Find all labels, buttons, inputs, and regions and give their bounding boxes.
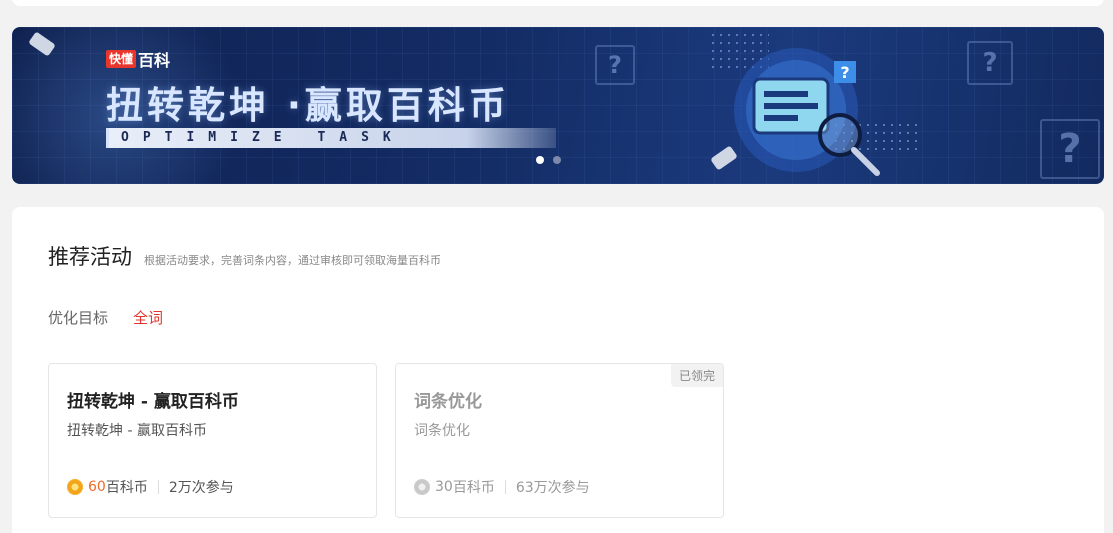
card-description: 扭转乾坤 - 赢取百科币 [67,423,207,439]
activity-card[interactable]: 扭转乾坤 - 赢取百科币 扭转乾坤 - 赢取百科币 60 百科币 2万次参与 [48,363,377,518]
svg-text:?: ? [840,63,849,82]
filter-bar: 优化目标 全词 [48,307,163,328]
card-title: 扭转乾坤 - 赢取百科币 [67,392,239,412]
banner-subtitle: OPTIMIZE TASK [106,128,556,148]
card-meta: 30 百科币 63万次参与 [414,477,590,497]
section-header: 推荐活动 根据活动要求，完善词条内容，通过审核即可领取海量百科币 [48,241,441,271]
participant-count: 2万次参与 [168,480,234,496]
carousel-indicator [536,156,561,164]
top-card [12,0,1104,6]
filter-label: 优化目标 [48,309,109,327]
divider [504,480,506,494]
grey-coin-icon [414,479,430,495]
question-icon: ? [1040,119,1100,179]
question-icon: ? [967,41,1013,85]
gold-coin-icon [67,479,83,495]
reward-unit: 百科币 [105,480,148,496]
card-description: 词条优化 [414,423,470,439]
activity-card[interactable]: 已领完 词条优化 词条优化 30 百科币 63万次参与 [395,363,724,518]
reward-amount: 60 [88,479,106,495]
carousel-dot[interactable] [553,156,561,164]
magnifier-document-icon: ? [734,48,880,176]
banner-title: 扭转乾坤 ·赢取百科币 [106,84,510,127]
divider [157,480,159,494]
filter-option-selected[interactable]: 全词 [133,307,163,328]
reward-amount: 30 [435,479,453,495]
promo-banner[interactable]: 快懂 百科 扭转乾坤 ·赢取百科币 OPTIMIZE TASK ? ? ? ? [12,27,1104,184]
carousel-dot[interactable] [536,156,544,164]
reward-unit: 百科币 [452,480,495,496]
question-icon: ? [595,45,635,85]
brand-logo: 快懂 百科 [106,47,170,71]
activity-panel: 推荐活动 根据活动要求，完善词条内容，通过审核即可领取海量百科币 优化目标 全词… [12,207,1104,533]
brand-tag: 快懂 [106,50,137,68]
participant-count: 63万次参与 [515,480,590,496]
card-meta: 60 百科币 2万次参与 [67,477,234,497]
search-illustration: ? [712,35,882,184]
brand-name: 百科 [138,51,171,70]
section-description: 根据活动要求，完善词条内容，通过审核即可领取海量百科币 [144,254,441,267]
claimed-badge: 已领完 [670,364,723,387]
section-title: 推荐活动 [48,245,132,269]
card-title: 词条优化 [414,392,482,412]
